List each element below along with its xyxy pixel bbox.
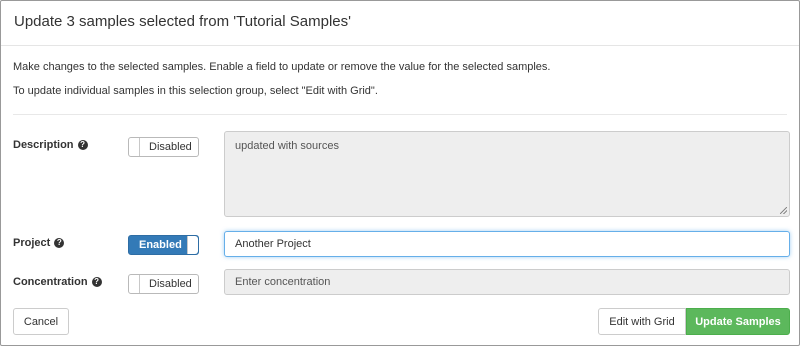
- concentration-input[interactable]: Enter concentration: [224, 269, 790, 295]
- modal-header: Update 3 samples selected from 'Tutorial…: [1, 1, 799, 46]
- toggle-knob: [187, 236, 198, 254]
- concentration-placeholder: Enter concentration: [235, 276, 331, 288]
- update-samples-button[interactable]: Update Samples: [686, 308, 790, 335]
- divider: [13, 114, 787, 115]
- modal-title: Update 3 samples selected from 'Tutorial…: [14, 13, 351, 30]
- description-toggle-label: Disabled: [149, 141, 192, 153]
- project-label-row: Project ?: [13, 237, 65, 249]
- concentration-toggle-label: Disabled: [149, 278, 192, 290]
- toggle-knob: [129, 275, 140, 293]
- resize-handle-icon[interactable]: [780, 207, 787, 214]
- cancel-button[interactable]: Cancel: [13, 308, 69, 335]
- concentration-toggle[interactable]: Disabled: [128, 274, 199, 294]
- concentration-label-row: Concentration ?: [13, 276, 102, 288]
- project-label: Project: [13, 237, 51, 249]
- update-samples-modal: Update 3 samples selected from 'Tutorial…: [0, 0, 800, 346]
- intro-text-1: Make changes to the selected samples. En…: [13, 61, 551, 73]
- project-input[interactable]: Another Project: [224, 231, 790, 257]
- concentration-label: Concentration: [13, 276, 88, 288]
- toggle-knob: [129, 138, 140, 156]
- edit-with-grid-button[interactable]: Edit with Grid: [598, 308, 686, 335]
- description-label-row: Description ?: [13, 139, 88, 151]
- project-toggle[interactable]: Enabled: [128, 235, 199, 255]
- help-icon[interactable]: ?: [91, 277, 102, 287]
- description-label: Description: [13, 139, 74, 151]
- description-toggle[interactable]: Disabled: [128, 137, 199, 157]
- intro-text-2: To update individual samples in this sel…: [13, 85, 378, 97]
- project-value: Another Project: [235, 238, 311, 250]
- description-value: updated with sources: [235, 140, 339, 152]
- help-icon[interactable]: ?: [54, 238, 65, 248]
- description-textarea[interactable]: updated with sources: [224, 131, 790, 217]
- project-toggle-label: Enabled: [139, 239, 182, 251]
- help-icon[interactable]: ?: [77, 140, 88, 150]
